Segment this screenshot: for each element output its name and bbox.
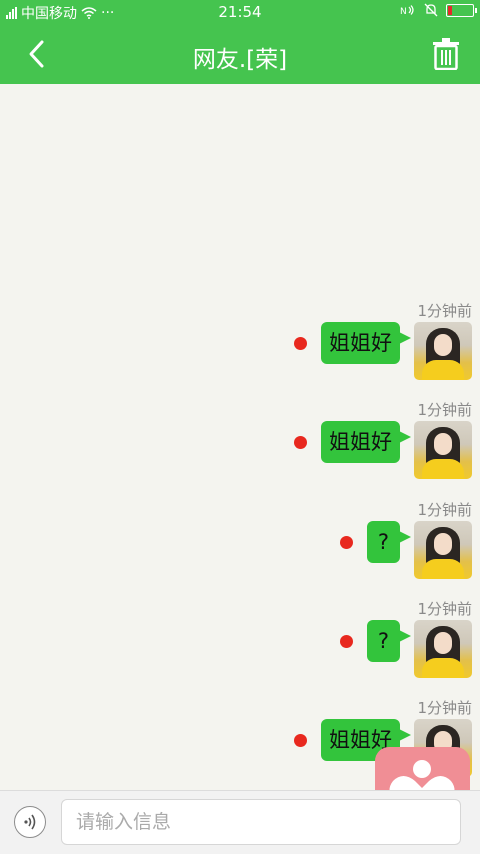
- page-title: 网友.[荣]: [192, 47, 288, 73]
- status-right: N: [400, 3, 477, 17]
- message-bubble[interactable]: 姐姐好: [321, 322, 411, 364]
- avatar[interactable]: [414, 421, 472, 480]
- svg-text:N: N: [400, 7, 407, 16]
- message-bubble[interactable]: 姐姐好: [321, 421, 411, 464]
- mute-bell-icon: [424, 3, 438, 17]
- trash-icon[interactable]: [432, 38, 460, 70]
- avatar[interactable]: [414, 520, 472, 579]
- message-time: 1分钟前: [417, 699, 472, 718]
- message-input[interactable]: 请输入信息: [61, 799, 461, 845]
- chat-header: 网友.[荣]: [0, 24, 480, 84]
- unread-indicator: [294, 436, 307, 450]
- nfc-icon: N: [400, 5, 414, 16]
- voice-wave-icon: [24, 814, 36, 830]
- unread-indicator: [294, 734, 307, 748]
- unread-indicator: [340, 535, 353, 549]
- message-bubble[interactable]: ?: [366, 520, 412, 563]
- message-list[interactable]: 1分钟前 姐姐好 1分钟前 姐姐好 1分钟前? 1分钟前? 1分钟前 姐姐好: [0, 84, 480, 790]
- message-row: 1分钟前 姐姐好: [0, 300, 480, 395]
- message-time: 1分钟前: [417, 302, 472, 320]
- input-bar: 请输入信息: [0, 790, 480, 854]
- message-row: 1分钟前?: [0, 598, 480, 693]
- message-bubble[interactable]: ?: [366, 619, 412, 662]
- message-time: 1分钟前: [417, 500, 472, 519]
- message-time: 1分钟前: [417, 599, 472, 618]
- message-row: 1分钟前?: [0, 499, 480, 594]
- avatar[interactable]: [414, 322, 472, 380]
- battery-icon: [446, 3, 477, 17]
- status-bar: 中国移动 ··· 21:54 N: [0, 0, 480, 24]
- voice-button[interactable]: [14, 806, 46, 838]
- avatar[interactable]: [414, 619, 472, 678]
- unread-indicator: [294, 337, 307, 350]
- message-time: 1分钟前: [417, 401, 472, 420]
- unread-indicator: [340, 634, 353, 648]
- message-row: 1分钟前 姐姐好: [0, 399, 480, 494]
